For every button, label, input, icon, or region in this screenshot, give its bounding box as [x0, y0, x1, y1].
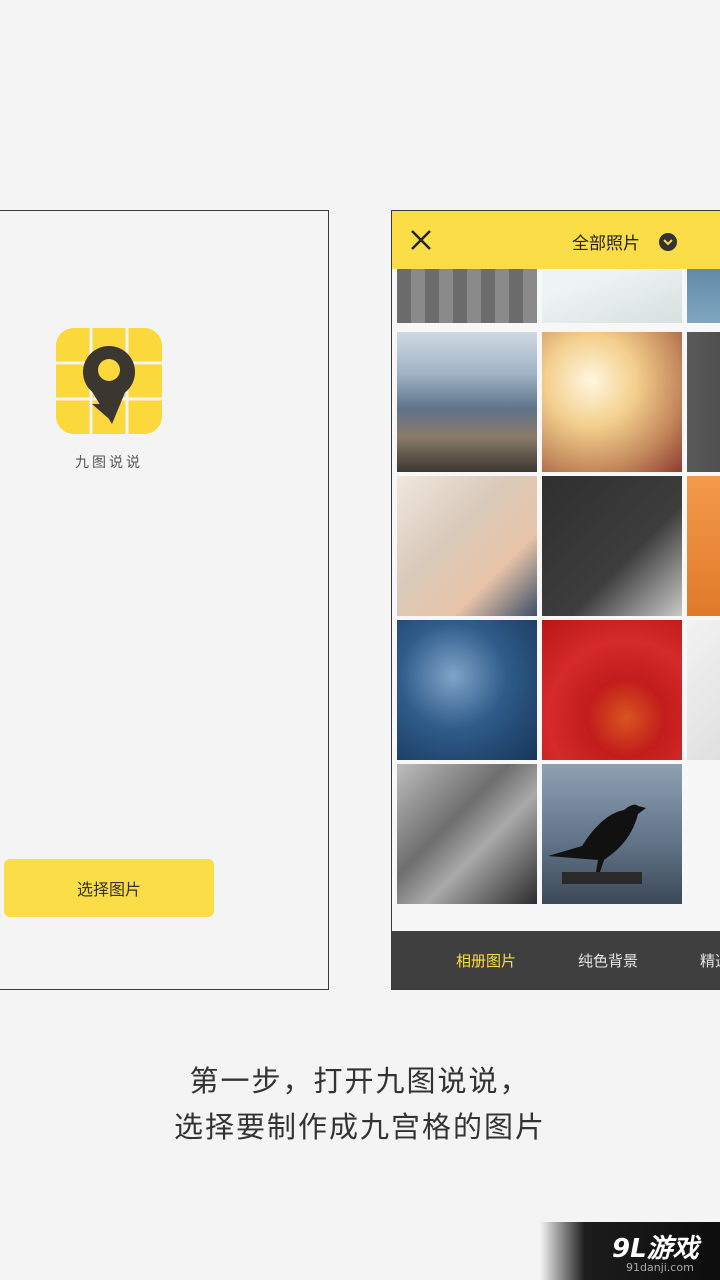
photo-thumbnail[interactable]	[397, 764, 537, 904]
phone-screen-album: 全部照片 相册图片 纯色背景 精选	[391, 210, 720, 990]
watermark-logo: 9L游戏	[612, 1234, 699, 1264]
tab-album-photos[interactable]: 相册图片	[456, 950, 516, 971]
album-top-bar: 全部照片	[392, 211, 720, 269]
photo-thumbnail[interactable]	[397, 332, 537, 472]
close-icon[interactable]	[410, 229, 432, 251]
watermark-site: 91danji.com	[626, 1261, 694, 1274]
photo-thumbnail[interactable]	[542, 332, 682, 472]
photo-thumbnail[interactable]	[542, 620, 682, 760]
photo-thumbnail[interactable]	[397, 476, 537, 616]
photo-thumbnail[interactable]	[397, 269, 537, 323]
choose-image-button[interactable]: 选择图片	[4, 859, 214, 917]
photo-thumbnail[interactable]	[687, 620, 720, 760]
photo-thumbnail[interactable]	[542, 269, 682, 323]
chevron-down-icon[interactable]	[659, 233, 677, 251]
photo-grid	[392, 269, 720, 933]
tab-solid-background[interactable]: 纯色背景	[578, 950, 638, 971]
album-title[interactable]: 全部照片	[572, 229, 640, 254]
crow-icon	[548, 804, 646, 884]
photo-thumbnail[interactable]	[542, 476, 682, 616]
photo-thumbnail[interactable]	[397, 620, 537, 760]
photo-thumbnail[interactable]	[687, 332, 720, 472]
caption-line-1: 第一步，打开九图说说，	[189, 1064, 531, 1098]
caption-line-2: 选择要制作成九宫格的图片	[173, 1110, 546, 1144]
tab-featured[interactable]: 精选	[700, 950, 720, 971]
source-tab-bar: 相册图片 纯色背景 精选	[392, 931, 720, 989]
app-name: 九图说说	[75, 455, 143, 471]
photo-thumbnail[interactable]	[542, 764, 682, 904]
phone-screen-home: 九图说说 选择图片	[0, 210, 329, 990]
app-logo-icon	[56, 328, 162, 434]
photo-thumbnail[interactable]	[687, 476, 720, 616]
photo-thumbnail[interactable]	[687, 269, 720, 323]
